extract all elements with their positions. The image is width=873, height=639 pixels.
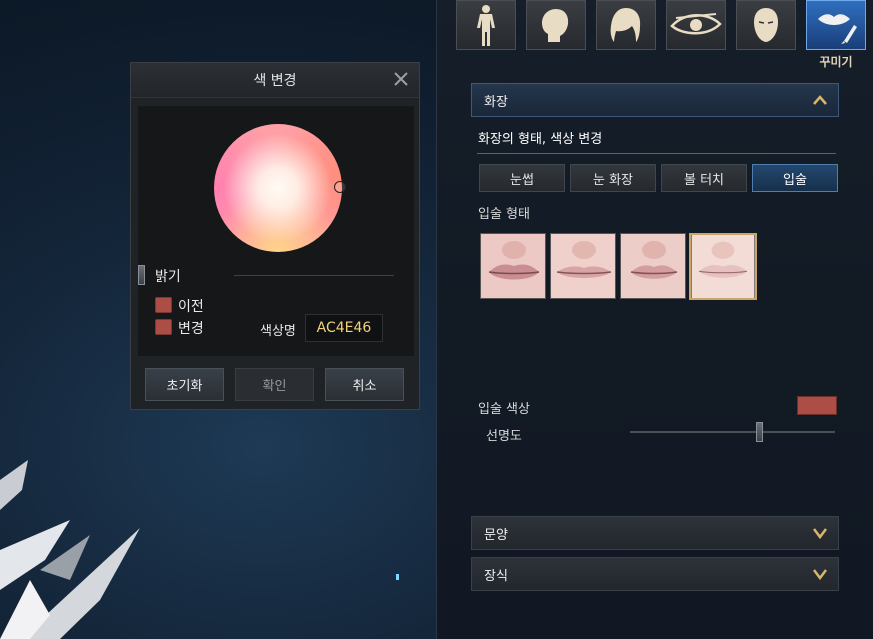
chevron-up-icon: [813, 95, 827, 105]
lip-color-label: 입술 색상: [478, 402, 530, 417]
category-face-button[interactable]: [736, 0, 796, 50]
chevron-down-icon: [813, 569, 827, 581]
confirm-button[interactable]: 확인: [235, 368, 314, 401]
category-body-button[interactable]: [456, 0, 516, 50]
dialog-title: 색 변경: [253, 73, 297, 89]
clarity-slider-track[interactable]: [630, 431, 835, 433]
divider: [477, 153, 836, 154]
brightness-slider-handle[interactable]: [138, 265, 145, 285]
reset-button[interactable]: 초기화: [145, 368, 224, 401]
dialog-title-bar: 색 변경: [131, 63, 419, 98]
tab-blush[interactable]: 볼 터치: [661, 164, 747, 192]
tab-lips[interactable]: 입술: [752, 164, 838, 192]
lip-thumbnail: [621, 234, 685, 298]
changed-label: 변경: [178, 321, 204, 337]
category-hair-button[interactable]: [596, 0, 656, 50]
lip-thumbnail: [481, 234, 545, 298]
category-eyes-button[interactable]: [666, 0, 726, 50]
eye-icon: [670, 13, 722, 35]
changed-color-swatch: [155, 319, 172, 335]
pattern-section-title: 문양: [484, 527, 508, 543]
category-decoration-button[interactable]: [806, 0, 866, 50]
accessory-section-title: 장식: [484, 568, 508, 584]
lip-shape-option-2[interactable]: [550, 233, 616, 299]
mask-icon: [754, 8, 778, 42]
lip-shape-label: 입술 형태: [478, 207, 530, 222]
color-change-dialog: 색 변경 밝기 이전 변경 색상명 AC4E46 초기화 확인 취소: [130, 62, 420, 410]
accessory-section-header[interactable]: 장식: [471, 557, 839, 591]
face-profile-icon: [542, 9, 569, 42]
hair-icon: [610, 8, 641, 42]
lip-shape-option-4[interactable]: [689, 233, 757, 300]
brightness-label: 밝기: [155, 269, 181, 285]
hex-input[interactable]: AC4E46: [305, 314, 383, 342]
lip-shape-option-1[interactable]: [480, 233, 546, 299]
previous-color-swatch: [155, 297, 172, 313]
clarity-slider-handle[interactable]: [756, 422, 764, 442]
category-face-shape-button[interactable]: [526, 0, 586, 50]
tab-eyebrows[interactable]: 눈썹: [479, 164, 565, 192]
makeup-section-title: 화장: [484, 94, 508, 110]
lip-thumbnail: [691, 235, 755, 298]
lip-thumbnail: [551, 234, 615, 298]
color-name-label: 색상명: [260, 324, 296, 339]
cancel-button[interactable]: 취소: [325, 368, 404, 401]
color-picker-cursor[interactable]: [334, 181, 346, 193]
color-wheel[interactable]: [214, 124, 342, 252]
active-category-label: 꾸미기: [819, 55, 853, 69]
lips-brush-icon: [818, 14, 857, 44]
previous-label: 이전: [178, 299, 204, 315]
lip-shape-option-3[interactable]: [620, 233, 686, 299]
close-icon[interactable]: [393, 71, 409, 87]
clarity-label: 선명도: [486, 429, 522, 444]
pattern-section-header[interactable]: 문양: [471, 516, 839, 550]
lip-color-swatch[interactable]: [797, 396, 837, 415]
chevron-down-icon: [813, 528, 827, 540]
background-structure: [0, 460, 140, 639]
makeup-section-header[interactable]: 화장: [471, 83, 839, 117]
tab-eye-makeup[interactable]: 눈 화장: [570, 164, 656, 192]
makeup-description: 화장의 형태, 색상 변경: [478, 132, 603, 147]
sparkle: [396, 574, 399, 580]
brightness-slider-track[interactable]: [234, 275, 394, 276]
body-icon: [477, 5, 495, 46]
